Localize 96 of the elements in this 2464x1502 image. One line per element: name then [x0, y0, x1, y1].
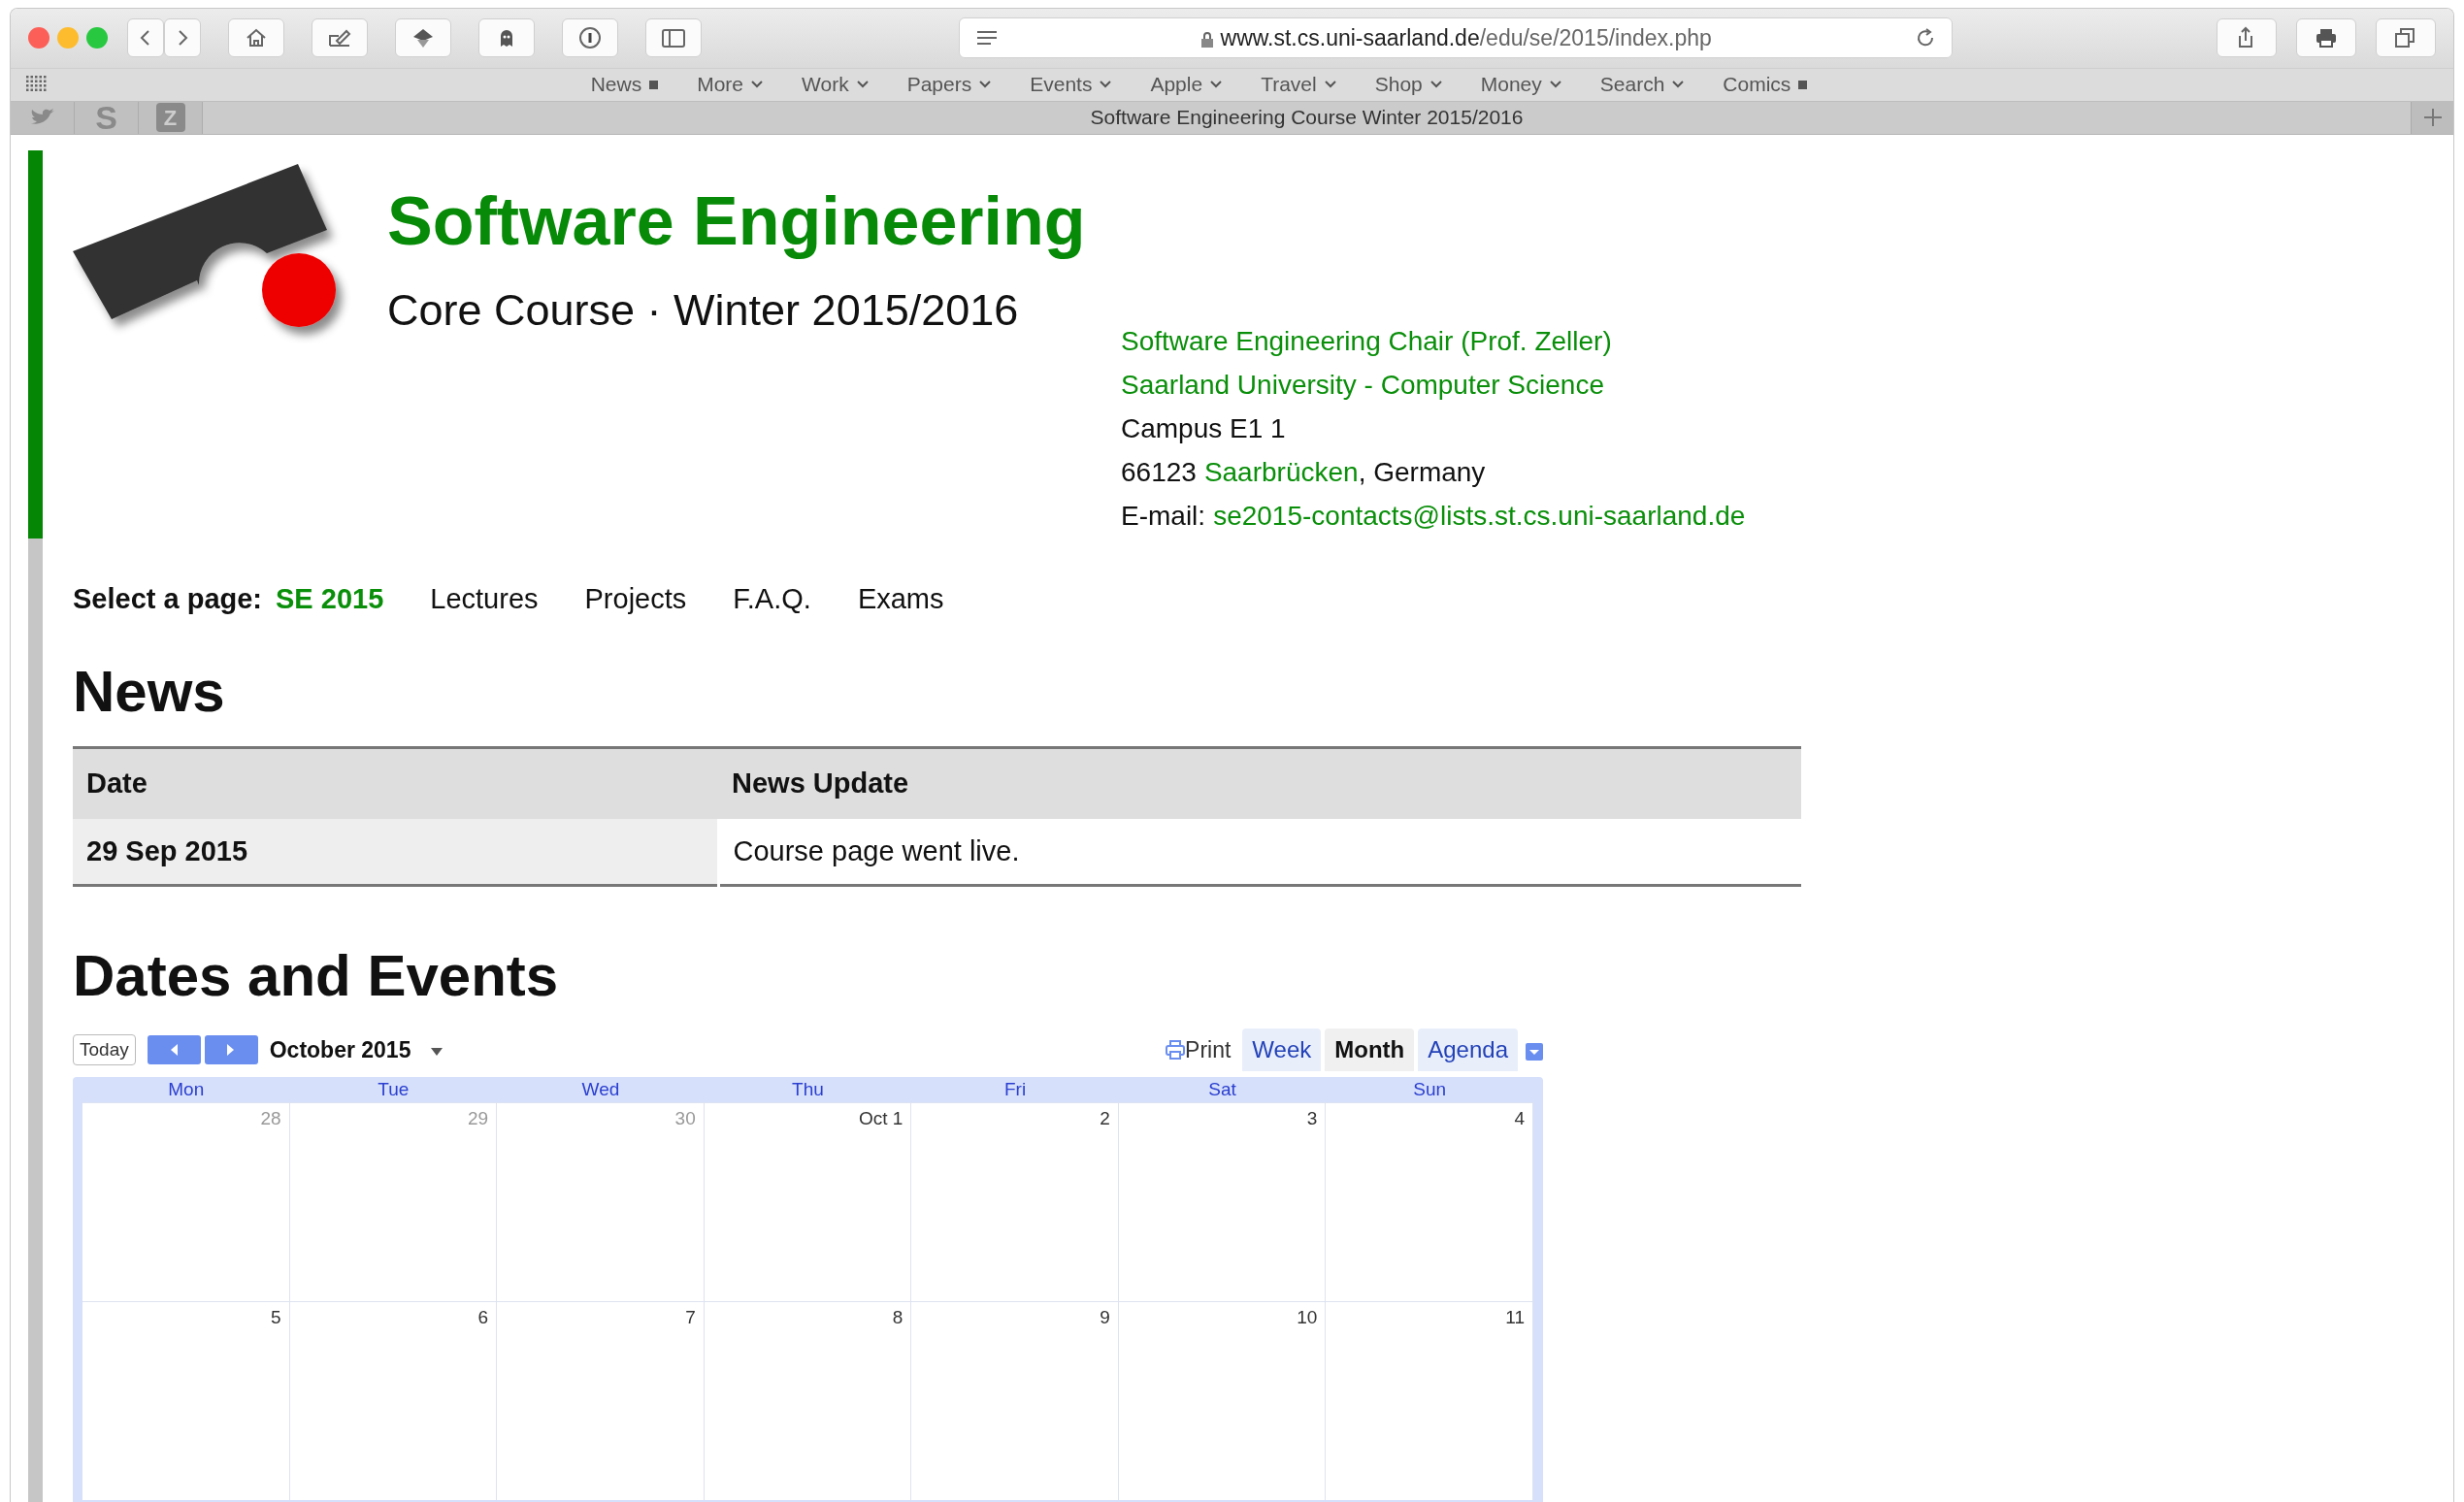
bookmark-item[interactable]: More: [697, 69, 764, 100]
reader-icon: [974, 29, 999, 48]
day-number: 28: [260, 1107, 281, 1130]
nav-link[interactable]: F.A.Q.: [733, 577, 811, 620]
bookmark-item[interactable]: Apple: [1150, 69, 1223, 100]
day-number: 29: [468, 1107, 489, 1130]
section-heading: Dates and Events: [73, 942, 560, 1010]
chevron-down-icon: [1672, 81, 1685, 89]
bookmark-item[interactable]: Shop: [1374, 69, 1442, 100]
info-icon: [578, 26, 602, 50]
left-arrow-icon: [169, 1043, 180, 1057]
nav-link[interactable]: SE 2015: [276, 577, 384, 620]
link[interactable]: Saarbrücken: [1203, 449, 1359, 494]
weekday-label: Sat: [1208, 1079, 1236, 1099]
toolbar-button[interactable]: [228, 18, 284, 58]
chevron-down-icon: [1429, 81, 1442, 89]
link[interactable]: Software Engineering Chair (Prof. Zeller): [1121, 318, 1612, 363]
weekday-label: Wed: [581, 1079, 620, 1099]
nav-link[interactable]: Lectures: [430, 577, 539, 620]
chevron-down-icon: [1100, 81, 1112, 89]
bookmark-item[interactable]: Money: [1480, 69, 1561, 100]
view-tab[interactable]: Agenda: [1418, 1029, 1518, 1071]
chevron-down-icon: [856, 81, 869, 89]
address-bar[interactable]: www.st.cs.uni-saarland.de/edu/se/2015/index.php: [958, 17, 1953, 59]
address-text: Campus E1 1: [1121, 411, 1286, 445]
weekday-label: Tue: [378, 1079, 410, 1099]
weekday-label: Fri: [1004, 1079, 1027, 1099]
view-tab[interactable]: Week: [1242, 1029, 1322, 1071]
chevron-down-icon: [1549, 81, 1561, 89]
day-number: 3: [1306, 1107, 1318, 1130]
address-text: E-mail:: [1121, 499, 1206, 533]
tab-title[interactable]: Software Engineering Course Winter 2015/2016: [1090, 106, 1524, 129]
toolbar-button[interactable]: [2296, 18, 2356, 58]
previous-button[interactable]: [147, 1035, 201, 1064]
toolbar-button[interactable]: [562, 18, 618, 58]
day-number: 6: [477, 1306, 489, 1329]
bookmark-item[interactable]: News: [590, 69, 659, 100]
address-text: 66123: [1121, 455, 1197, 489]
weekday-label: Mon: [168, 1079, 205, 1099]
link[interactable]: Saarland University - Computer Science: [1121, 362, 1604, 407]
column-header: Date: [73, 747, 718, 819]
chevron-down-icon: [1210, 81, 1223, 89]
dropdown-icon[interactable]: [430, 1046, 444, 1057]
nav-link[interactable]: Exams: [857, 577, 944, 620]
url-text: www.st.cs.uni-saarland.de/edu/se/2015/index.php: [998, 21, 1915, 55]
table-cell: 29 Sep 2015: [73, 818, 718, 886]
next-button[interactable]: [204, 1035, 258, 1064]
section-heading: News: [73, 658, 226, 726]
toolbar-button[interactable]: [395, 18, 451, 58]
day-number: 10: [1297, 1306, 1318, 1329]
day-number: 8: [892, 1306, 903, 1329]
table-cell: Course page went live.: [718, 818, 1801, 886]
link[interactable]: se2015-contacts@lists.st.cs.uni-saarland.de: [1213, 493, 1746, 538]
bookmark-item[interactable]: Papers: [906, 69, 992, 100]
toolbar-button[interactable]: [312, 18, 368, 58]
toolbar-button[interactable]: [645, 18, 702, 58]
printer-icon: [1166, 1039, 1186, 1061]
day-number: 30: [674, 1107, 696, 1130]
weekday-label: Sun: [1413, 1079, 1447, 1099]
square-icon: [649, 80, 659, 89]
day-number: 5: [271, 1306, 281, 1329]
day-number: 9: [1100, 1306, 1110, 1329]
back-button[interactable]: [127, 18, 164, 58]
square-icon: [1798, 80, 1808, 89]
day-number: Oct 1: [858, 1107, 903, 1130]
day-number: 2: [1100, 1107, 1110, 1130]
bookmark-item[interactable]: Work: [802, 69, 869, 100]
today-button[interactable]: Today: [73, 1033, 136, 1066]
chevron-down-icon: [979, 81, 992, 89]
address-text: , Germany: [1358, 455, 1486, 489]
bookmark-item[interactable]: Search: [1599, 69, 1685, 100]
bookmark-item[interactable]: Travel: [1261, 69, 1336, 100]
month-label: October 2015: [269, 1035, 411, 1064]
toolbar-button[interactable]: [2376, 18, 2436, 58]
weekday-label: Thu: [792, 1079, 824, 1099]
bookmark-item[interactable]: Comics: [1723, 69, 1808, 100]
bookmark-item[interactable]: Events: [1030, 69, 1112, 100]
toolbar-button[interactable]: [2217, 18, 2277, 58]
nav-link[interactable]: Projects: [584, 577, 687, 620]
sidebar-icon: [661, 26, 686, 50]
day-number: 7: [685, 1306, 696, 1329]
nav-label: Select a page:: [73, 581, 263, 616]
lock-icon: [1200, 31, 1215, 48]
day-number: 11: [1505, 1306, 1525, 1329]
print-button[interactable]: Print: [1166, 1032, 1232, 1067]
grid-icon[interactable]: [26, 76, 48, 94]
chevron-down-icon: [751, 81, 764, 89]
day-number: 4: [1514, 1107, 1525, 1130]
column-header: News Update: [718, 747, 1801, 819]
dropdown-icon[interactable]: [1526, 1042, 1543, 1061]
toolbar-button[interactable]: [478, 18, 535, 58]
page-subtitle: Core Course · Winter 2015/2016: [387, 287, 1020, 332]
printer-icon: [2314, 26, 2339, 50]
forward-button[interactable]: [164, 18, 201, 58]
view-tab[interactable]: Month: [1325, 1029, 1415, 1071]
chevron-down-icon: [1324, 81, 1336, 89]
